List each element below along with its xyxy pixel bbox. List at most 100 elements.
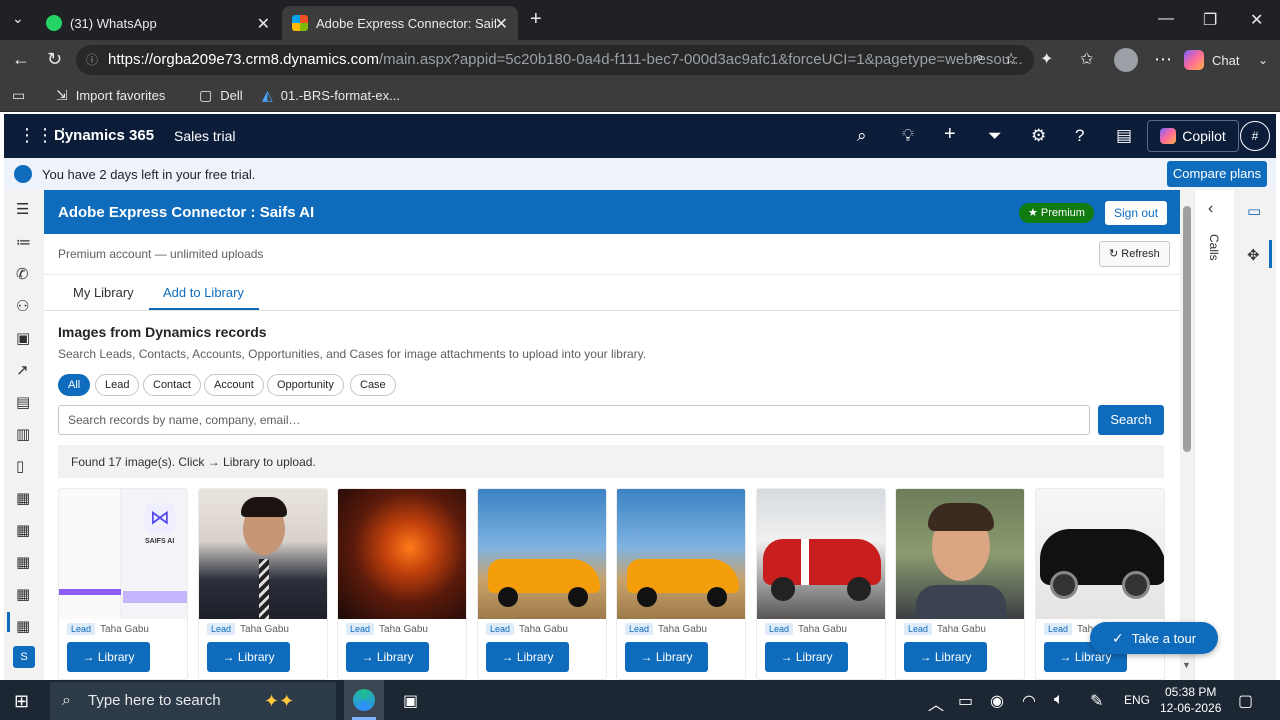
record-image-red-muscle-car[interactable] [757,489,885,619]
chat-panel-icon[interactable]: ▭ [1247,202,1261,220]
tab-adobe-connector[interactable]: Adobe Express Connector: Saifs AI ✕ [282,6,518,40]
scroll-down-icon[interactable]: ▼ [1182,660,1191,670]
record-image-dragon[interactable] [338,489,466,619]
record-search-input[interactable] [58,405,1090,435]
to-library-button[interactable]: → Library [904,642,987,672]
system-clock[interactable]: 05:38 PM 12-06-2026 [1160,684,1221,716]
reading-list-icon[interactable]: ▭ [12,87,33,104]
contacts-icon[interactable]: ⚇ [16,297,29,315]
new-tab-icon[interactable]: + [530,8,542,31]
zoom-icon[interactable]: ⌕ [975,49,984,67]
to-library-button[interactable]: → Library [207,642,290,672]
language-indicator[interactable]: ENG [1124,693,1150,707]
app-box-icon[interactable]: ▣ [403,691,418,711]
take-a-tour-button[interactable]: ✓ Take a tour [1090,622,1218,654]
hamburger-menu-icon[interactable]: ☰ [16,200,29,218]
clipboard-icon[interactable]: ▦ [16,617,30,635]
record-image-black-convertible[interactable] [1036,489,1164,619]
compare-plans-button[interactable]: Compare plans [1167,161,1267,187]
chat-button[interactable]: Chat [1184,47,1254,73]
settings-gear-icon[interactable]: ⚙ [1031,126,1046,146]
search-button[interactable]: Search [1098,405,1164,435]
back-icon[interactable]: ← [12,49,30,70]
record-image-orange-supercar[interactable] [478,489,606,619]
copilot-button[interactable]: Copilot [1147,120,1239,152]
filter-icon[interactable]: ⏷ [988,126,1002,146]
briefcase-icon[interactable]: ▣ [16,329,30,347]
bookmark-brs-format[interactable]: ◭ 01.-BRS-format-ex... [262,87,400,104]
tab-add-to-library[interactable]: Add to Library [163,285,244,300]
feedback-icon[interactable]: ▤ [1116,126,1132,146]
nav-list-icon[interactable]: ≔ [16,233,31,251]
notifications-icon[interactable]: ▢ [1238,691,1253,711]
volume-icon[interactable]: 🔈︎ [1054,691,1064,709]
filter-case[interactable]: Case [350,374,396,396]
favorites-icon[interactable]: ✩ [1080,49,1093,69]
close-window-icon[interactable]: ✕ [1250,10,1263,30]
more-menu-icon[interactable]: ⋯ [1154,49,1172,70]
sign-out-button[interactable]: Sign out [1105,201,1168,225]
collapse-chevron-icon[interactable]: ‹ [1208,200,1213,218]
meet-icon[interactable]: ◉ [990,691,1004,711]
clipboard-icon[interactable]: ▦ [16,553,30,571]
battery-icon[interactable]: ▭ [958,691,973,711]
record-image-screenshot[interactable]: ⋈ SAIFS AI [59,489,187,619]
to-library-button[interactable]: → Library [346,642,429,672]
to-library-button[interactable]: → Library [625,642,708,672]
search-icon[interactable]: ⌕ [857,126,867,146]
phone-icon[interactable]: ✆ [16,265,29,283]
filter-account[interactable]: Account [204,374,264,396]
windows-start-icon[interactable]: ⊞ [14,691,29,712]
to-library-button[interactable]: → Library [765,642,848,672]
restore-icon[interactable]: ❐ [1203,10,1217,30]
filter-all[interactable]: All [58,374,91,396]
close-tab-icon[interactable]: ✕ [495,14,508,34]
user-account-button[interactable]: # [1240,121,1270,151]
scrollbar-thumb[interactable] [1183,206,1191,452]
filter-contact[interactable]: Contact [143,374,201,396]
app-name[interactable]: Sales trial [174,128,235,144]
record-image-boy-portrait[interactable] [199,489,327,619]
add-icon[interactable]: + [944,123,956,146]
minimize-icon[interactable]: — [1158,10,1174,28]
calls-pane-label[interactable]: Calls [1207,234,1221,261]
to-library-button[interactable]: → Library [67,642,150,672]
filter-lead[interactable]: Lead [95,374,140,396]
help-icon[interactable]: ? [1075,126,1084,146]
clipboard-icon[interactable]: ▦ [16,585,30,603]
sidebar-toggle-icon[interactable]: ⌄ [1258,53,1268,67]
bookmark-dell[interactable]: ▢ Dell [199,87,243,104]
tab-my-library[interactable]: My Library [73,285,134,300]
contact-card-icon[interactable]: ▤ [16,393,30,411]
hidden-icons-chevron-icon[interactable]: ︿ [928,691,944,715]
favorite-star-icon[interactable]: ☆ [1004,49,1018,69]
tab-list-icon[interactable]: ⌄ [12,10,24,27]
close-tab-icon[interactable]: ✕ [257,14,270,34]
building-icon[interactable]: ▥ [16,425,30,443]
clipboard-icon[interactable]: ▦ [16,521,30,539]
lightbulb-icon[interactable]: 💡︎ [902,126,914,146]
extensions-icon[interactable]: ✦ [1040,49,1053,69]
vertical-scrollbar[interactable]: ▼ [1180,190,1194,680]
pen-icon[interactable]: ✎ [1090,691,1103,711]
puzzle-icon[interactable]: ✥ [1247,246,1260,264]
bookmark-import-favorites[interactable]: ⇲ Import favorites [56,87,165,104]
trend-icon[interactable]: ↗ [16,361,29,379]
taskbar-edge[interactable] [344,680,384,720]
wifi-icon[interactable]: ◠ [1022,691,1036,711]
area-switcher-avatar[interactable]: S [13,646,35,668]
product-title[interactable]: Dynamics 365 [54,127,154,144]
url-bar[interactable]: ⓘ https://orgba209e73.crm8.dynamics.com/… [76,45,1034,75]
taskbar-search[interactable]: ⌕ Type here to search ✦✦ [50,682,336,720]
record-image-orange-supercar[interactable] [617,489,745,619]
clipboard-icon[interactable]: ▦ [16,489,30,507]
tab-whatsapp[interactable]: (31) WhatsApp ✕ [36,6,280,40]
profile-avatar[interactable] [1114,48,1138,72]
record-image-child-portrait[interactable] [896,489,1024,619]
book-icon[interactable]: ▯ [16,457,24,475]
filter-opportunity[interactable]: Opportunity [267,374,344,396]
site-info-icon[interactable]: ⓘ [86,45,98,75]
refresh-button[interactable]: ↻ Refresh [1099,241,1170,267]
reload-icon[interactable]: ↻ [47,49,62,70]
to-library-button[interactable]: → Library [486,642,569,672]
